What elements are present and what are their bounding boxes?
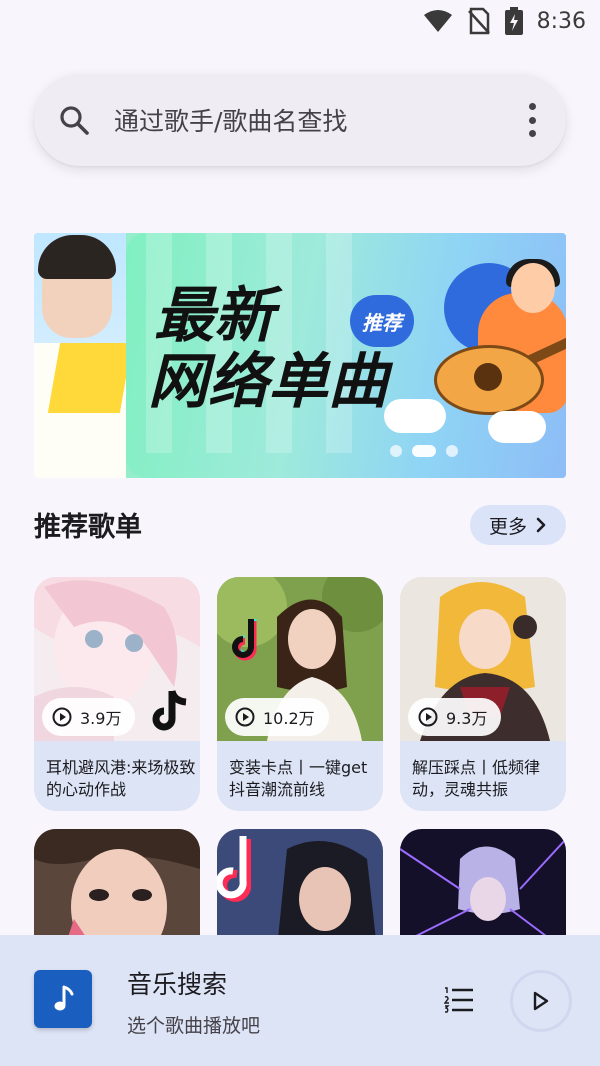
banner-prev-slide[interactable] xyxy=(34,233,133,478)
play-circle-icon xyxy=(52,707,72,727)
banner-slide[interactable]: 最新 网络单曲 推荐 xyxy=(126,233,566,478)
clock: 8:36 xyxy=(536,8,586,34)
banner-title: 最新 网络单曲 xyxy=(148,281,388,415)
guitarist-head xyxy=(511,263,555,313)
play-count-badge: 9.3万 xyxy=(408,698,502,736)
play-count-badge: 3.9万 xyxy=(42,698,136,736)
track-title: 音乐搜索 xyxy=(127,970,228,999)
play-circle-icon xyxy=(235,707,255,727)
shoe xyxy=(488,411,546,443)
playlist-card[interactable]: 9.3万 解压踩点丨低频律动，灵魂共振 xyxy=(400,577,566,811)
playlist-title: 变装卡点丨一键get抖音潮流前线 xyxy=(229,758,368,799)
music-note-icon xyxy=(54,985,74,1011)
guitar-hole xyxy=(474,363,502,391)
mini-player[interactable]: 音乐搜索 选个歌曲播放吧 xyxy=(0,935,600,1066)
carousel-dot-active[interactable] xyxy=(412,445,436,457)
banner-tag: 推荐 xyxy=(350,295,414,347)
banner-carousel[interactable]: 最新 网络单曲 推荐 xyxy=(34,233,566,478)
carousel-dot[interactable] xyxy=(390,445,402,457)
search-icon[interactable] xyxy=(58,104,90,136)
playlist-card[interactable]: 10.2万 变装卡点丨一键get抖音潮流前线 xyxy=(217,577,383,811)
queue-icon[interactable] xyxy=(444,987,474,1013)
playlist-card[interactable] xyxy=(400,829,566,949)
tiktok-icon xyxy=(152,690,187,731)
play-count: 3.9万 xyxy=(80,709,122,728)
battery-charging-icon xyxy=(504,7,523,35)
play-count-badge: 10.2万 xyxy=(225,698,329,736)
playlist-title: 解压踩点丨低频律动，灵魂共振 xyxy=(412,758,541,799)
playlist-card[interactable] xyxy=(217,829,383,949)
status-bar: 8:36 xyxy=(0,0,600,42)
playlist-title: 耳机避风港:来场极致的心动作战 xyxy=(46,758,196,799)
play-circle-icon xyxy=(418,707,438,727)
search-input[interactable]: 通过歌手/歌曲名查找 xyxy=(114,102,522,138)
track-subtitle: 选个歌曲播放吧 xyxy=(127,1015,261,1037)
banner-title-line1: 最新 xyxy=(154,281,274,351)
more-label: 更多 xyxy=(488,515,527,538)
search-bar[interactable]: 通过歌手/歌曲名查找 xyxy=(34,74,566,166)
shoe xyxy=(384,399,446,433)
banner-title-line2: 网络单曲 xyxy=(148,347,388,417)
playlist-card[interactable] xyxy=(34,829,200,949)
album-art[interactable] xyxy=(34,970,92,1028)
more-button[interactable]: 更多 xyxy=(470,505,566,545)
chevron-right-icon xyxy=(536,517,546,533)
more-vert-icon[interactable] xyxy=(522,103,542,137)
section-title: 推荐歌单 xyxy=(34,512,142,543)
play-icon xyxy=(533,991,549,1011)
play-button[interactable] xyxy=(510,970,572,1032)
carousel-indicator xyxy=(390,445,458,457)
play-count: 9.3万 xyxy=(446,709,488,728)
wifi-icon xyxy=(423,10,452,32)
no-sim-icon xyxy=(467,7,490,35)
tiktok-icon xyxy=(232,619,257,661)
play-count: 10.2万 xyxy=(263,709,315,728)
carousel-dot[interactable] xyxy=(446,445,458,457)
playlist-card[interactable]: 3.9万 耳机避风港:来场极致的心动作战 xyxy=(34,577,200,811)
